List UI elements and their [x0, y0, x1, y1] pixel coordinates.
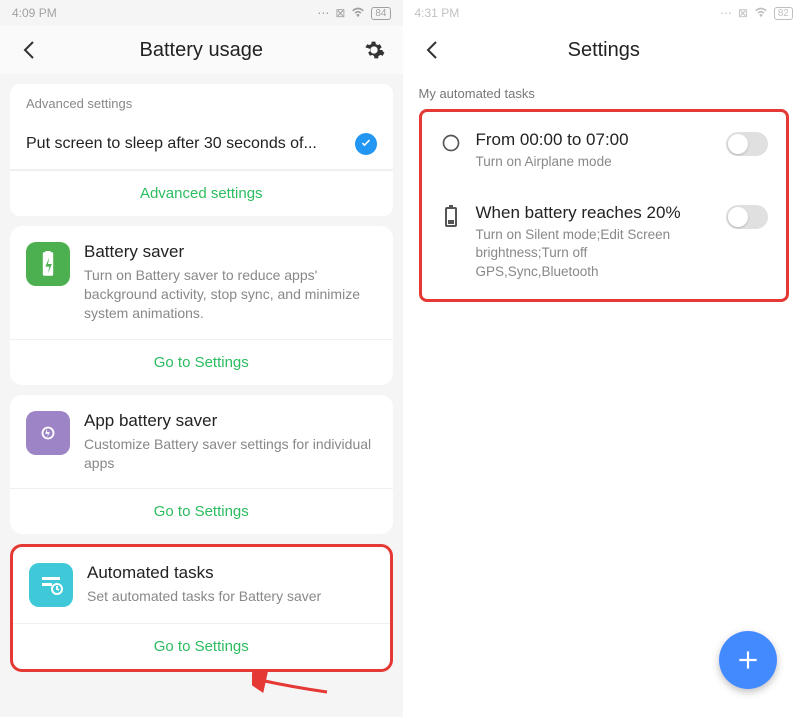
task-toggle[interactable] — [726, 132, 768, 156]
navbar: Settings — [403, 26, 805, 74]
left-screen: 4:09 PM ⋯ ⊠ 84 Battery usage Advanced se… — [0, 0, 403, 717]
app-battery-saver-link[interactable]: Go to Settings — [10, 488, 393, 534]
moon-icon — [440, 132, 462, 154]
more-icon: ⋯ — [720, 6, 732, 20]
task-row-schedule[interactable]: From 00:00 to 07:00 Turn on Airplane mod… — [422, 114, 787, 187]
status-time: 4:31 PM — [415, 6, 460, 20]
advanced-settings-link[interactable]: Advanced settings — [10, 170, 393, 216]
task-desc: Turn on Airplane mode — [476, 153, 713, 171]
advanced-header: Advanced settings — [10, 84, 393, 119]
app-battery-saver-title: App battery saver — [84, 411, 377, 431]
tasks-section-header: My automated tasks — [403, 74, 805, 109]
automated-tasks-link[interactable]: Go to Settings — [13, 623, 390, 669]
status-icons: ⋯ ⊠ 82 — [720, 6, 793, 21]
battery-saver-title: Battery saver — [84, 242, 377, 262]
battery-saver-link[interactable]: Go to Settings — [10, 339, 393, 385]
task-desc: Turn on Silent mode;Edit Screen brightne… — [476, 226, 713, 281]
add-task-fab[interactable] — [719, 631, 777, 689]
task-title: From 00:00 to 07:00 — [476, 130, 713, 150]
back-button[interactable] — [16, 37, 42, 63]
app-battery-saver-desc: Customize Battery saver settings for ind… — [84, 435, 377, 473]
battery-saver-desc: Turn on Battery saver to reduce apps' ba… — [84, 266, 377, 323]
automated-tasks-title: Automated tasks — [87, 563, 374, 583]
automated-tasks-card: Automated tasks Set automated tasks for … — [10, 544, 393, 672]
settings-gear-icon[interactable] — [361, 37, 387, 63]
sleep-setting-label: Put screen to sleep after 30 seconds of.… — [26, 135, 343, 153]
task-toggle[interactable] — [726, 205, 768, 229]
battery-icon: 82 — [774, 7, 793, 20]
app-battery-saver-icon — [26, 411, 70, 455]
advanced-group: Advanced settings Put screen to sleep af… — [10, 84, 393, 216]
back-button[interactable] — [419, 37, 445, 63]
page-title: Battery usage — [42, 39, 361, 62]
tasks-highlight-box: From 00:00 to 07:00 Turn on Airplane mod… — [419, 109, 790, 302]
wifi-icon — [754, 6, 768, 21]
status-bar: 4:31 PM ⋯ ⊠ 82 — [403, 0, 805, 26]
navbar: Battery usage — [0, 26, 403, 74]
right-screen: 4:31 PM ⋯ ⊠ 82 Settings My automated tas… — [403, 0, 805, 717]
battery-saver-icon — [26, 242, 70, 286]
page-title: Settings — [445, 39, 764, 62]
signal-icon: ⊠ — [335, 6, 345, 20]
task-title: When battery reaches 20% — [476, 203, 713, 223]
automated-tasks-desc: Set automated tasks for Battery saver — [87, 587, 374, 606]
status-bar: 4:09 PM ⋯ ⊠ 84 — [0, 0, 403, 26]
battery-icon — [440, 205, 462, 227]
check-icon — [355, 133, 377, 155]
app-battery-saver-card: App battery saver Customize Battery save… — [10, 395, 393, 535]
status-time: 4:09 PM — [12, 6, 57, 20]
wifi-icon — [351, 6, 365, 21]
signal-icon: ⊠ — [738, 6, 748, 20]
automated-tasks-icon — [29, 563, 73, 607]
more-icon: ⋯ — [317, 6, 329, 20]
status-icons: ⋯ ⊠ 84 — [317, 6, 390, 21]
sleep-setting-row[interactable]: Put screen to sleep after 30 seconds of.… — [10, 119, 393, 170]
battery-icon: 84 — [371, 7, 390, 20]
task-row-battery[interactable]: When battery reaches 20% Turn on Silent … — [422, 187, 787, 297]
battery-saver-card: Battery saver Turn on Battery saver to r… — [10, 226, 393, 385]
